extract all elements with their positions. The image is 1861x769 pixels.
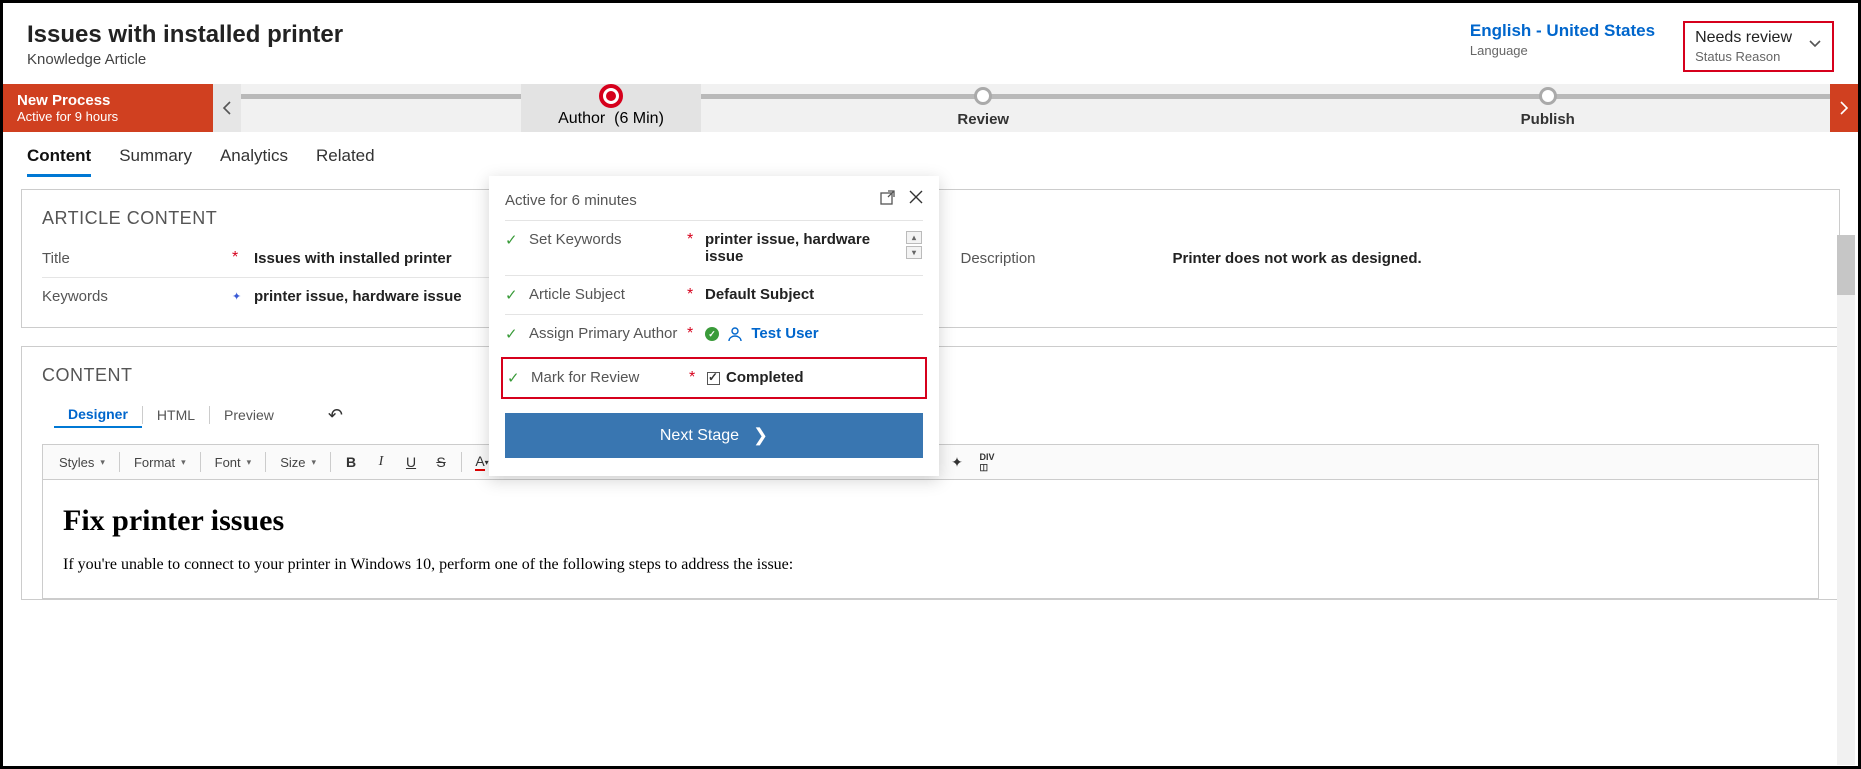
stage-publish[interactable]: Publish [1266, 84, 1831, 132]
status-reason-dropdown[interactable]: Needs review Status Reason [1683, 21, 1834, 72]
popout-icon[interactable] [880, 190, 895, 210]
font-dropdown[interactable]: Font▾ [209, 453, 258, 472]
content-paragraph[interactable]: If you're unable to connect to your prin… [63, 556, 1798, 574]
process-prev-button[interactable] [213, 84, 241, 132]
check-icon: ✓ [505, 325, 521, 343]
description-field[interactable]: Printer does not work as designed. [1173, 250, 1422, 267]
content-heading-text[interactable]: Fix printer issues [63, 504, 1798, 538]
keywords-field[interactable]: printer issue, hardware issue [254, 288, 462, 305]
bold-button[interactable]: B [339, 451, 363, 473]
entity-type: Knowledge Article [27, 51, 343, 68]
strikethrough-button[interactable]: S [429, 451, 453, 473]
vertical-scrollbar[interactable] [1837, 235, 1855, 765]
language-label: Language [1470, 43, 1655, 58]
status-value: Needs review [1695, 29, 1792, 47]
separator [119, 452, 120, 472]
process-name: New Process [17, 92, 199, 109]
flyout-mark-value[interactable]: Completed [707, 369, 921, 386]
scroll-down-icon[interactable]: ▾ [906, 246, 922, 259]
mark-for-review-highlight: ✓ Mark for Review * Completed [501, 357, 927, 399]
format-dropdown[interactable]: Format▾ [128, 453, 192, 472]
undo-icon[interactable]: ↶ [328, 405, 343, 426]
stage-author-dot-icon [599, 84, 623, 108]
language-value: English - United States [1470, 21, 1655, 41]
next-stage-button[interactable]: Next Stage ❯ [505, 413, 923, 458]
stage-author[interactable]: Author (6 Min) [521, 84, 701, 132]
process-header[interactable]: New Process Active for 9 hours [3, 84, 213, 132]
process-active-time: Active for 9 hours [17, 109, 199, 124]
flyout-subject-label: Article Subject [529, 286, 679, 303]
language-field[interactable]: English - United States Language [1470, 21, 1655, 58]
tab-related[interactable]: Related [316, 146, 375, 177]
separator [265, 452, 266, 472]
sparkle-button[interactable]: ✦ [945, 451, 969, 473]
required-icon: * [687, 325, 697, 343]
title-label: Title [42, 250, 232, 267]
stage-review[interactable]: Review [701, 84, 1266, 132]
form-tabs: Content Summary Analytics Related [3, 132, 1858, 177]
required-icon: * [687, 231, 697, 249]
separator [200, 452, 201, 472]
styles-dropdown[interactable]: Styles▾ [53, 453, 111, 472]
chevron-right-icon: ❯ [753, 425, 768, 446]
person-icon [727, 326, 743, 342]
stage-author-label: Author (6 Min) [558, 110, 664, 128]
chevron-down-icon [1808, 37, 1822, 56]
stage-flyout: Active for 6 minutes ✓ Set Keywords * pr… [489, 176, 939, 476]
recommended-icon: ✦ [232, 290, 240, 303]
page-title: Issues with installed printer [27, 21, 343, 49]
required-icon: * [689, 369, 699, 387]
scroll-thumb[interactable] [1837, 235, 1855, 295]
process-next-button[interactable] [1830, 84, 1858, 132]
presence-icon: ✓ [705, 327, 719, 341]
editor-body[interactable]: Fix printer issues If you're unable to c… [42, 480, 1819, 599]
scroll-up-icon[interactable]: ▴ [906, 231, 922, 244]
status-label: Status Reason [1695, 49, 1792, 64]
description-label: Description [961, 250, 1151, 267]
stage-publish-dot-icon [1539, 87, 1557, 105]
flyout-keywords-value[interactable]: printer issue, hardware issue [705, 231, 897, 265]
flyout-author-value[interactable]: ✓ Test User [705, 325, 923, 342]
size-dropdown[interactable]: Size▾ [274, 453, 322, 472]
flyout-keywords-label: Set Keywords [529, 231, 679, 248]
required-icon: * [232, 249, 240, 267]
flyout-subject-value[interactable]: Default Subject [705, 286, 923, 303]
separator [330, 452, 331, 472]
stage-publish-label: Publish [1521, 111, 1575, 128]
check-icon: ✓ [505, 286, 521, 304]
editor-tab-designer[interactable]: Designer [54, 402, 142, 428]
stage-review-dot-icon [974, 87, 992, 105]
title-field[interactable]: Issues with installed printer [254, 250, 452, 267]
business-process-bar: New Process Active for 9 hours Author (6… [3, 84, 1858, 132]
flyout-title: Active for 6 minutes [505, 192, 637, 209]
editor-tab-preview[interactable]: Preview [210, 403, 288, 427]
flyout-author-label: Assign Primary Author [529, 325, 679, 342]
underline-button[interactable]: U [399, 451, 423, 473]
checkbox-icon[interactable] [707, 372, 720, 385]
italic-button[interactable]: I [369, 451, 393, 473]
required-icon: * [687, 286, 697, 304]
stage-review-label: Review [957, 111, 1009, 128]
tab-summary[interactable]: Summary [119, 146, 192, 177]
div-button[interactable]: DIV◫ [975, 451, 999, 473]
editor-tab-html[interactable]: HTML [143, 403, 209, 427]
tab-content[interactable]: Content [27, 146, 91, 177]
separator [461, 452, 462, 472]
check-icon: ✓ [507, 369, 523, 387]
flyout-mark-label: Mark for Review [531, 369, 681, 386]
check-icon: ✓ [505, 231, 521, 249]
close-icon[interactable] [909, 190, 923, 210]
keywords-label: Keywords [42, 288, 232, 305]
tab-analytics[interactable]: Analytics [220, 146, 288, 177]
